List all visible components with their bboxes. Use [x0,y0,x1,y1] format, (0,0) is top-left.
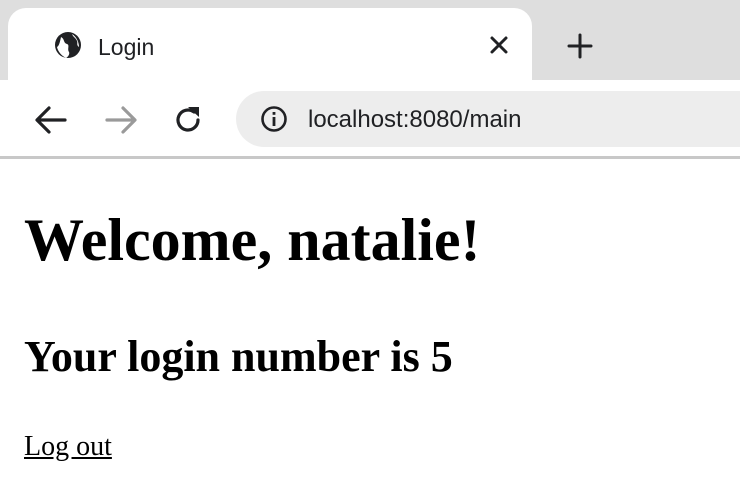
url-text: localhost:8080/main [308,106,522,133]
plus-icon[interactable] [560,26,600,66]
login-count-heading: Your login number is 5 [24,332,453,381]
reload-icon[interactable] [170,102,206,138]
page-title: Welcome, natalie! [24,207,481,273]
back-arrow-icon[interactable] [33,102,69,138]
tab-strip: Login [0,0,740,80]
tab-title: Login [98,34,155,60]
tab-login[interactable]: Login [8,8,532,80]
forward-arrow-icon[interactable] [103,102,139,138]
close-icon[interactable] [482,28,516,62]
globe-icon [53,30,83,60]
browser-toolbar: localhost:8080/main [0,80,740,159]
info-icon[interactable] [260,105,288,133]
address-bar[interactable]: localhost:8080/main [236,91,740,147]
logout-link[interactable]: Log out [24,433,112,461]
